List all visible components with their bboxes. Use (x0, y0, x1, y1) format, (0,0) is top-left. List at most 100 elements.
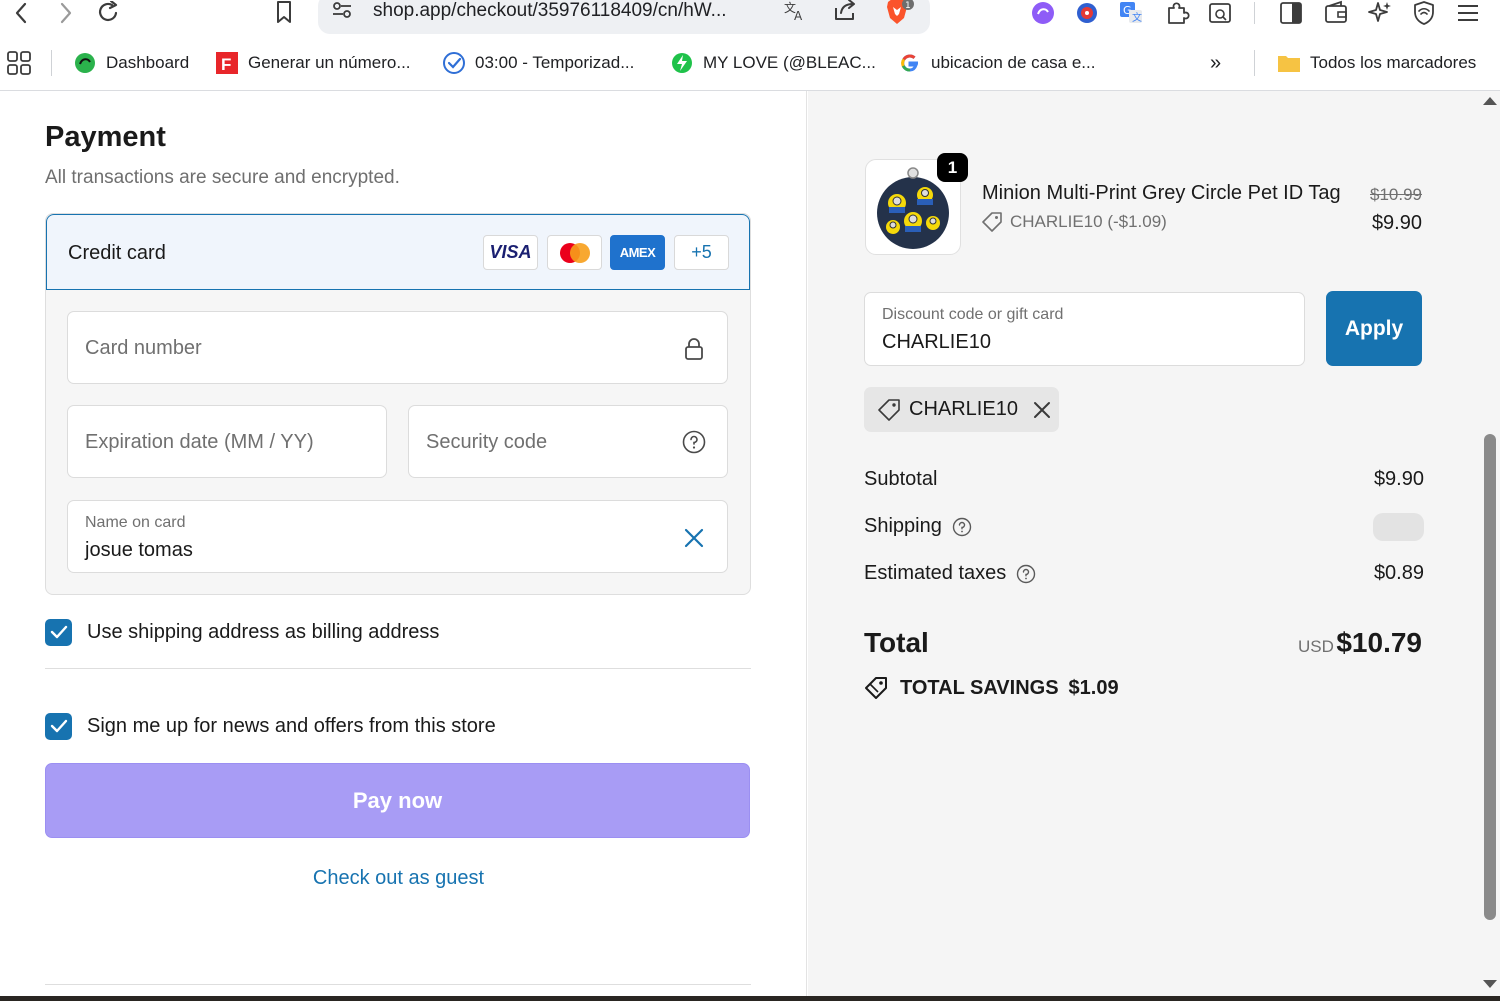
bookmark-dashboard[interactable]: Dashboard (73, 49, 189, 77)
wallet-icon[interactable] (1322, 0, 1350, 26)
shipping-loading-placeholder (1373, 513, 1424, 541)
card-number-input[interactable]: Card number (67, 311, 728, 384)
menu-icon[interactable] (1454, 0, 1482, 26)
bookmark-divider (1254, 50, 1255, 76)
bookmark-generar-numero[interactable]: F Generar un número... (215, 49, 411, 77)
payment-section: Payment All transactions are secure and … (0, 91, 807, 1001)
quantity-badge: 1 (937, 153, 968, 182)
mastercard-logo (547, 235, 602, 270)
subtotal-value: $9.90 (1373, 468, 1424, 490)
shipping-row: Shipping (864, 513, 1424, 543)
timer-check-favicon-icon (442, 51, 466, 75)
applied-discount-code: CHARLIE10 (909, 398, 1018, 420)
bookmark-label: MY LOVE (@BLEAC... (703, 53, 876, 72)
savings-label: TOTAL SAVINGS (900, 676, 1059, 699)
address-bar[interactable]: shop.app/checkout/35976118409/cn/hW... 文… (318, 0, 930, 34)
newsletter-checkbox[interactable] (45, 712, 72, 740)
subtotal-row: Subtotal $9.90 (864, 466, 1424, 496)
tag-icon (982, 212, 1002, 232)
taxes-value: $0.89 (1373, 562, 1424, 584)
sidebar-icon[interactable] (1277, 0, 1305, 26)
svg-text:F: F (221, 55, 231, 74)
toolbar-divider (1254, 2, 1255, 24)
bookmark-temporizador[interactable]: 03:00 - Temporizad... (442, 49, 634, 77)
extensions-puzzle-icon[interactable] (1163, 0, 1191, 26)
browser-toolbar: shop.app/checkout/35976118409/cn/hW... 文… (0, 0, 1500, 36)
discount-code-label: Discount code or gift card (882, 306, 1064, 323)
total-value: $10.79 (1336, 627, 1422, 658)
google-favicon-icon (898, 51, 922, 75)
taskbar-edge (0, 996, 1500, 1001)
credit-card-panel: Credit card VISA AMEX +5 Card number Exp… (45, 213, 751, 595)
discount-code-value: CHARLIE10 (882, 331, 991, 353)
billing-address-checkbox-row[interactable]: Use shipping address as billing address (45, 617, 439, 647)
url-text[interactable]: shop.app/checkout/35976118409/cn/hW... (373, 0, 727, 22)
discount-code-input[interactable]: Discount code or gift card CHARLIE10 (864, 292, 1305, 366)
billing-address-checkbox[interactable] (45, 618, 72, 646)
help-circle-icon[interactable] (681, 429, 707, 455)
taxes-row: Estimated taxes $0.89 (864, 560, 1424, 590)
scroll-up-arrow-icon[interactable] (1483, 97, 1497, 105)
translate-icon[interactable]: 文A (782, 0, 808, 23)
expiration-date-input[interactable]: Expiration date (MM / YY) (67, 405, 387, 478)
scroll-down-arrow-icon[interactable] (1483, 980, 1497, 988)
share-icon[interactable] (832, 0, 858, 23)
back-icon[interactable] (8, 0, 36, 26)
all-bookmarks-folder[interactable]: Todos los marcadores (1277, 49, 1476, 77)
bookmark-label: 03:00 - Temporizad... (475, 53, 635, 72)
billing-address-label: Use shipping address as billing address (87, 620, 440, 643)
name-on-card-input[interactable]: Name on card josue tomas (67, 500, 728, 573)
bookmark-label: Dashboard (106, 53, 190, 72)
tag-icon (878, 398, 900, 421)
reload-icon[interactable] (95, 0, 123, 26)
total-savings: TOTAL SAVINGS $1.09 (864, 676, 1119, 700)
bug-extension-icon[interactable] (1073, 0, 1101, 26)
total-label: Total (864, 627, 929, 658)
taxes-help-icon[interactable] (1016, 564, 1036, 584)
expiration-placeholder: Expiration date (MM / YY) (85, 431, 314, 453)
lock-icon (681, 336, 707, 362)
credit-card-option[interactable]: Credit card VISA AMEX +5 (46, 214, 750, 290)
newsletter-checkbox-row[interactable]: Sign me up for news and offers from this… (45, 711, 496, 741)
credit-card-label: Credit card (68, 242, 166, 264)
scrollbar-thumb[interactable] (1484, 434, 1496, 920)
shipping-label: Shipping (864, 515, 942, 537)
remove-discount-close-icon[interactable] (1032, 400, 1052, 420)
applied-discount-chip: CHARLIE10 (864, 387, 1059, 432)
bookmark-my-love[interactable]: MY LOVE (@BLEAC... (670, 49, 876, 77)
bookmark-page-icon[interactable] (270, 0, 298, 26)
google-translate-extension-icon[interactable]: G文 (1117, 0, 1145, 26)
forward-icon[interactable] (51, 0, 79, 26)
shipping-help-icon[interactable] (952, 517, 972, 537)
site-settings-icon[interactable] (329, 0, 355, 23)
taxes-label-group: Estimated taxes (864, 562, 1036, 585)
bookmark-ubicacion[interactable]: ubicacion de casa e... (898, 49, 1095, 77)
pay-now-button[interactable]: Pay now (45, 763, 750, 838)
bookmark-label: Generar un número... (248, 53, 411, 72)
checkout-as-guest-link[interactable]: Check out as guest (0, 867, 797, 890)
original-price: $10.99 (1370, 185, 1422, 204)
wallet-search-icon[interactable] (1206, 0, 1234, 26)
brave-badge: 1 (905, 1, 911, 11)
product-discount-text: CHARLIE10 (-$1.09) (1010, 212, 1167, 231)
name-on-card-label: Name on card (85, 514, 186, 531)
bookmark-label: ubicacion de casa e... (931, 53, 1096, 72)
product-name: Minion Multi-Print Grey Circle Pet ID Ta… (982, 182, 1341, 204)
divider (45, 984, 751, 985)
amex-logo: AMEX (610, 235, 665, 270)
more-brands-badge: +5 (674, 235, 729, 270)
apply-button[interactable]: Apply (1326, 291, 1422, 366)
clear-close-icon[interactable] (681, 525, 707, 551)
total-currency: USD (1298, 637, 1334, 656)
brave-shields-icon[interactable]: 1 (884, 0, 914, 24)
vpn-shield-icon[interactable] (1410, 0, 1438, 26)
leo-ai-icon[interactable] (1366, 0, 1394, 26)
f-favicon-icon: F (215, 51, 239, 75)
apps-grid-icon[interactable] (6, 49, 32, 77)
bookmarks-overflow-button[interactable]: » (1210, 49, 1221, 77)
purple-extension-icon[interactable] (1029, 0, 1057, 26)
subtotal-label: Subtotal (864, 468, 938, 490)
payment-title: Payment (45, 121, 166, 153)
taxes-label: Estimated taxes (864, 562, 1007, 584)
security-code-input[interactable]: Security code (408, 405, 728, 478)
